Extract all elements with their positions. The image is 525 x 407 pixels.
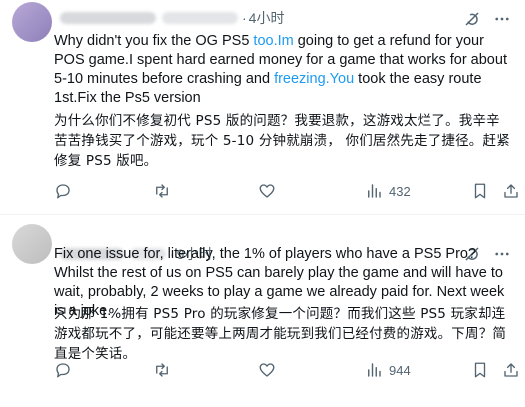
action-bar: 944	[54, 360, 518, 380]
post-text-chinese: 只为那 1%拥有 PS5 Pro 的玩家修复一个问题？而我们这些 PS5 玩家却…	[54, 306, 507, 362]
retweet-button[interactable]	[153, 182, 171, 200]
like-button[interactable]	[258, 182, 276, 200]
reply-icon	[56, 363, 70, 378]
bookmark-button[interactable]	[471, 182, 489, 200]
like-button[interactable]	[258, 361, 276, 379]
post-text-english: Why didn't you fix the OG PS5 too.Im goi…	[54, 33, 512, 106]
post-card[interactable]: · 4小时 Why didn't you fix the OG PS5 too.…	[0, 0, 525, 214]
retweet-icon	[156, 363, 168, 377]
separator-dot: ·	[242, 10, 247, 26]
views-button[interactable]: 944	[365, 361, 411, 379]
bookmark-icon	[474, 183, 486, 199]
retweet-button[interactable]	[153, 361, 171, 379]
bookmark-icon	[474, 362, 486, 378]
hashtag-link[interactable]: too.Im	[253, 33, 293, 49]
like-icon	[259, 363, 275, 377]
post-text-chinese: 为什么你们不修复初代 PS5 版的问题？我要退款，这游戏太烂了。我辛辛苦苦挣钱买…	[54, 113, 510, 169]
share-button[interactable]	[502, 182, 520, 200]
post-card[interactable]: · 9小时 Fix one issue for, literally, the …	[0, 214, 525, 407]
reply-icon	[56, 184, 70, 199]
views-icon	[368, 184, 381, 198]
more-icon[interactable]	[493, 10, 511, 28]
grok-icon[interactable]	[463, 10, 481, 28]
share-icon	[504, 363, 518, 377]
display-name-redacted[interactable]	[60, 12, 156, 24]
avatar[interactable]	[12, 224, 52, 264]
reply-button[interactable]	[54, 361, 72, 379]
avatar[interactable]	[12, 2, 52, 42]
like-icon	[259, 184, 275, 198]
bookmark-button[interactable]	[471, 361, 489, 379]
views-button[interactable]: 432	[365, 182, 411, 200]
action-bar: 432	[54, 181, 518, 201]
views-icon	[368, 363, 381, 377]
views-count: 432	[389, 183, 411, 199]
hashtag-link[interactable]: freezing.You	[274, 71, 354, 87]
retweet-icon	[156, 184, 168, 198]
reply-button[interactable]	[54, 182, 72, 200]
share-button[interactable]	[502, 361, 520, 379]
post-header: · 4小时	[60, 8, 284, 28]
timestamp[interactable]: 4小时	[249, 8, 285, 28]
handle-redacted[interactable]	[162, 12, 238, 24]
share-icon	[504, 184, 518, 198]
views-count: 944	[389, 362, 411, 378]
